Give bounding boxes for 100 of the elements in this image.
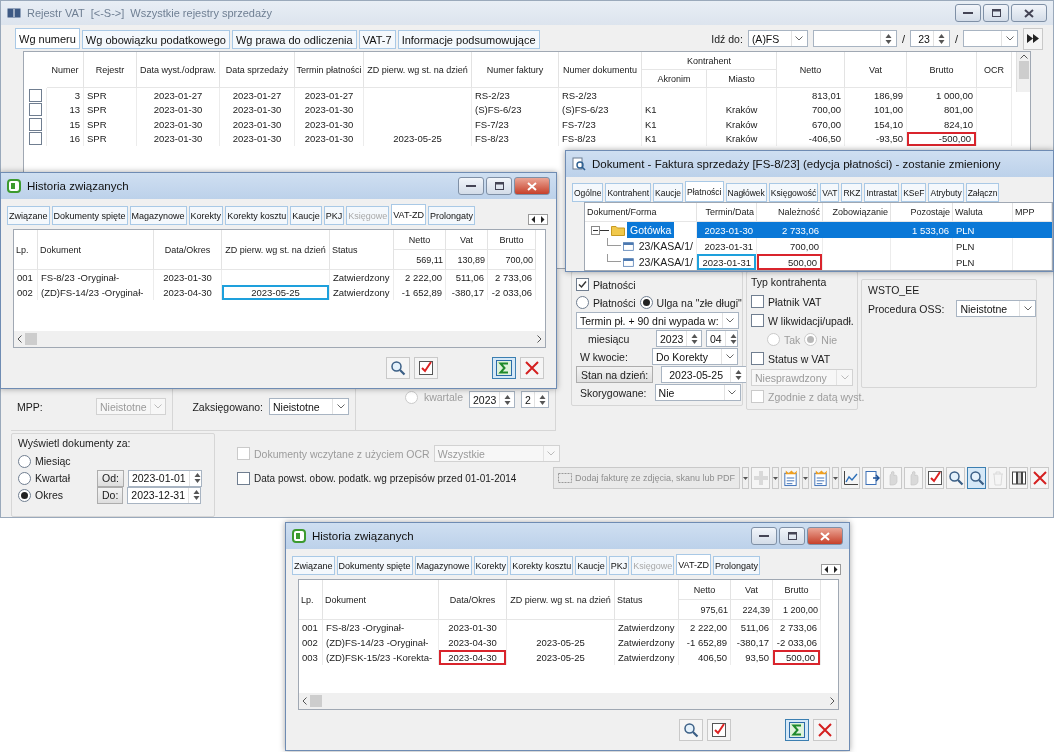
checkbox[interactable] — [28, 88, 42, 102]
toolbar-button[interactable] — [1030, 467, 1049, 489]
tab[interactable]: Magazynowe — [414, 556, 472, 575]
tab[interactable]: PKJ — [323, 206, 345, 225]
tab[interactable]: Atrybuty — [928, 183, 964, 202]
tab[interactable]: Wg prawa do odliczenia — [231, 30, 357, 49]
tab[interactable]: Kontrahent — [605, 183, 651, 202]
minimize-button[interactable] — [955, 4, 981, 22]
close-button[interactable] — [1011, 4, 1047, 22]
tree-item[interactable]: 23/KASA/1/ — [635, 254, 696, 270]
checkbox[interactable] — [751, 314, 764, 327]
tab[interactable]: Prolongaty — [712, 556, 760, 575]
tab[interactable]: Kaucje — [290, 206, 322, 225]
tab[interactable]: Dokumenty spięte — [336, 556, 413, 575]
tab[interactable]: Informacje podsumowujące — [397, 30, 540, 49]
dropdown[interactable]: Nie — [654, 384, 741, 401]
spin-field[interactable]: 2 — [521, 391, 549, 408]
toolbar-button[interactable] — [492, 357, 516, 379]
toolbar-button[interactable] — [813, 719, 837, 741]
tab[interactable]: Kaucje — [575, 556, 607, 575]
dropdown[interactable]: Nieistotne — [269, 398, 349, 415]
tab[interactable]: Związane — [292, 556, 335, 575]
tab[interactable]: PKJ — [608, 556, 630, 575]
radio-button[interactable] — [639, 296, 653, 309]
toolbar-button[interactable] — [862, 467, 881, 489]
maximize-button[interactable] — [486, 177, 512, 195]
toolbar-button[interactable] — [925, 467, 944, 489]
spin-field[interactable]: 2023-01-01 — [127, 469, 202, 487]
tab[interactable]: KSeF — [901, 183, 927, 202]
minimize-button[interactable] — [751, 527, 777, 545]
number-field[interactable] — [812, 30, 897, 47]
tab[interactable]: VAT-7 — [358, 30, 396, 49]
tab[interactable]: Kaucje — [653, 183, 683, 202]
dropdown-button[interactable] — [742, 467, 749, 489]
tab[interactable]: Magazynowe — [129, 206, 187, 225]
spin-field[interactable]: 04 — [706, 330, 738, 347]
checkbox[interactable] — [576, 278, 589, 291]
dropdown-button[interactable] — [802, 467, 809, 489]
radio-button[interactable] — [576, 296, 589, 309]
tab[interactable]: Dokumenty spięte — [51, 206, 128, 225]
close-button[interactable] — [514, 177, 550, 195]
toolbar-button[interactable] — [785, 719, 809, 741]
tab[interactable]: Prolongaty — [427, 206, 475, 225]
checkbox[interactable] — [28, 103, 42, 117]
radio-button[interactable] — [18, 471, 31, 485]
tree-item[interactable]: 23/KASA/1/ — [635, 238, 696, 254]
maximize-button[interactable] — [983, 4, 1009, 22]
radio-button[interactable] — [18, 488, 31, 502]
toolbar-button[interactable] — [841, 467, 860, 489]
toolbar-button[interactable] — [707, 719, 731, 741]
state-date-button[interactable]: Stan na dzień: — [576, 366, 654, 383]
radio-button[interactable] — [404, 391, 418, 404]
tab[interactable]: Korekty kosztu — [225, 206, 289, 225]
checkbox[interactable] — [751, 352, 764, 365]
fast-forward-button[interactable] — [1023, 27, 1043, 50]
tab[interactable]: Księgowość — [768, 183, 819, 202]
from-button[interactable]: Od: — [97, 469, 124, 487]
tab[interactable]: Korekty — [473, 556, 509, 575]
tab[interactable]: Związane — [7, 206, 50, 225]
close-button[interactable] — [807, 527, 843, 545]
toolbar-button[interactable] — [781, 467, 800, 489]
tab[interactable]: Intrastat — [864, 183, 900, 202]
dropdown[interactable]: Termin pł. + 90 dni wypada w: — [576, 312, 739, 329]
toolbar-button[interactable] — [1009, 467, 1028, 489]
tab[interactable]: VAT-ZD — [391, 204, 426, 225]
checkbox[interactable] — [28, 132, 42, 146]
radio-button[interactable] — [18, 454, 31, 468]
tab[interactable]: Korekty kosztu — [510, 556, 574, 575]
tab[interactable]: Wg numeru — [15, 28, 80, 49]
checkbox[interactable] — [28, 117, 42, 131]
dropdown[interactable]: Nieistotne — [956, 300, 1037, 317]
tab[interactable]: Ogólne — [572, 183, 604, 202]
toolbar-button[interactable] — [414, 357, 438, 379]
tab[interactable]: Załączn — [965, 183, 1000, 202]
tab[interactable]: Wg obowiązku podatkowego — [81, 30, 230, 49]
tab[interactable]: VAT — [820, 183, 840, 202]
maximize-button[interactable] — [779, 527, 805, 545]
spin-field[interactable]: 2023 — [469, 391, 515, 408]
checkbox[interactable] — [237, 471, 250, 485]
tab[interactable]: Nagłówek — [725, 183, 767, 202]
tab[interactable]: Korekty — [188, 206, 224, 225]
toolbar-button[interactable] — [520, 357, 544, 379]
toolbar-button[interactable] — [811, 467, 830, 489]
radio-button[interactable] — [767, 333, 780, 346]
tab[interactable]: VAT-ZD — [676, 554, 711, 575]
dropdown[interactable]: Do Korekty — [652, 348, 738, 365]
checkbox[interactable] — [751, 295, 764, 308]
year-field[interactable]: 23 — [909, 30, 950, 47]
minimize-button[interactable] — [458, 177, 484, 195]
toolbar-button[interactable] — [946, 467, 965, 489]
dropdown-button[interactable] — [832, 467, 839, 489]
radio-button[interactable] — [804, 333, 818, 346]
spin-field[interactable]: 2023-05-25 — [661, 366, 748, 383]
tab[interactable]: RKZ — [841, 183, 863, 202]
tree-item[interactable]: Gotówka — [627, 222, 675, 238]
series-dropdown[interactable]: (A)FS — [747, 30, 808, 47]
toolbar-button[interactable] — [679, 719, 703, 741]
tab[interactable]: Płatności — [685, 181, 724, 202]
toolbar-button[interactable] — [967, 467, 986, 489]
toolbar-button[interactable] — [386, 357, 410, 379]
